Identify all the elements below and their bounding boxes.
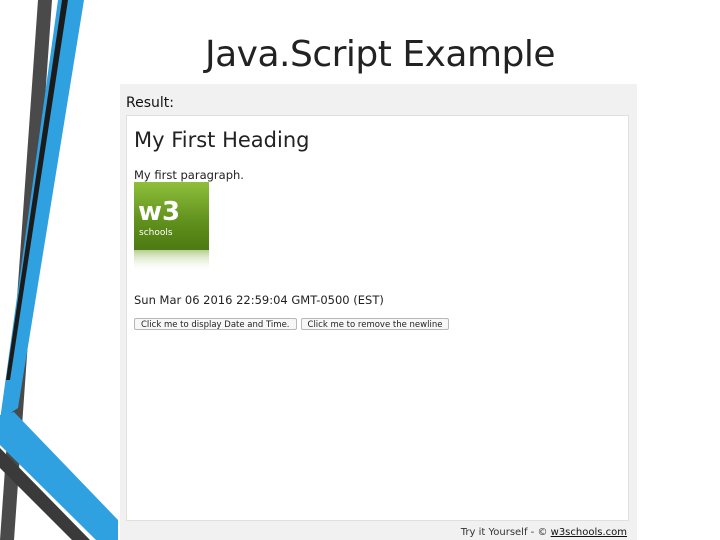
w3schools-logo: w3 schools: [134, 182, 209, 272]
result-frame: Result: My First Heading My first paragr…: [120, 84, 637, 540]
svg-text:schools: schools: [139, 228, 173, 238]
page-heading: My First Heading: [134, 128, 310, 152]
remove-newline-button[interactable]: Click me to remove the newline: [300, 318, 450, 330]
w3schools-link[interactable]: w3schools.com: [551, 527, 627, 538]
footer: Try it Yourself - © w3schools.com: [461, 527, 627, 538]
paragraph: My first paragraph.: [134, 168, 244, 182]
svg-text:w3: w3: [138, 197, 180, 227]
result-label: Result:: [126, 95, 174, 111]
datetime-text: Sun Mar 06 2016 22:59:04 GMT-0500 (EST): [134, 293, 384, 307]
footer-prefix: Try it Yourself - ©: [460, 527, 548, 538]
button-row: Click me to display Date and Time. Click…: [134, 318, 450, 330]
slide-title: Java.Script Example: [204, 34, 556, 75]
result-panel: My First Heading My first paragraph. w3 …: [126, 115, 629, 521]
display-date-button[interactable]: Click me to display Date and Time.: [134, 318, 297, 330]
